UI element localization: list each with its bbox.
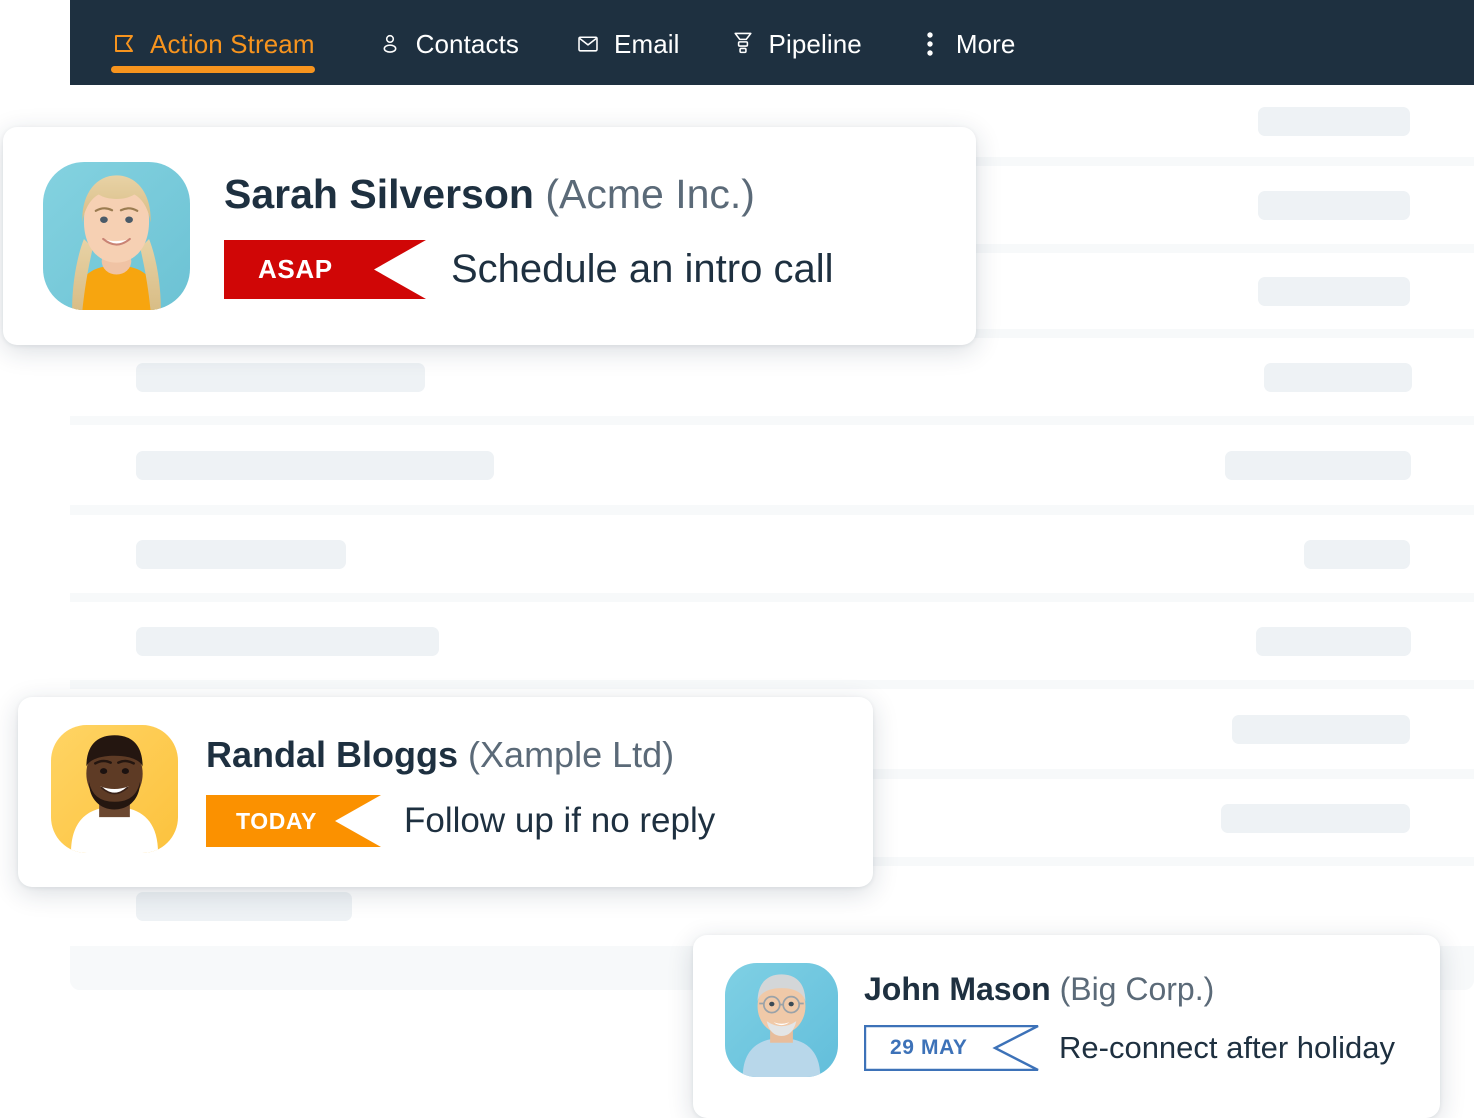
person-name: Randal Bloggs (206, 734, 459, 775)
priority-badge-label: 29 MAY (890, 1036, 968, 1059)
row-placeholder-primary (136, 891, 352, 921)
table-row[interactable] (70, 425, 1474, 505)
person-line: Randal Bloggs (Xample Ltd) (206, 737, 715, 773)
avatar (43, 162, 190, 310)
nav-label-action-stream: Action Stream (150, 28, 315, 59)
row-placeholder-secondary (1258, 106, 1410, 136)
task-label: Re-connect after holiday (1059, 1030, 1396, 1065)
table-row[interactable] (70, 602, 1474, 680)
nav-label-pipeline: Pipeline (768, 28, 862, 59)
person-company: (Xample Ltd) (468, 734, 675, 775)
person-name: Sarah Silverson (224, 171, 534, 217)
screenshot-root: Action Stream Contacts Email Pipeline Mo… (0, 0, 1474, 1118)
nav-label-email: Email (614, 28, 680, 59)
envelope-icon (575, 30, 601, 58)
priority-badge-label: ASAP (258, 254, 333, 284)
card-body: Randal Bloggs (Xample Ltd) TODAY Follow … (18, 697, 873, 853)
nav-item-email[interactable]: Email (575, 0, 680, 85)
nav-item-pipeline[interactable]: Pipeline (730, 0, 862, 85)
card-body: John Mason (Big Corp.) 29 MAY Re-connect… (693, 935, 1440, 1077)
nav-item-contacts[interactable]: Contacts (377, 0, 519, 85)
priority-badge[interactable]: TODAY (206, 795, 381, 847)
row-placeholder-secondary (1258, 190, 1410, 220)
kebab-menu-icon (917, 30, 943, 58)
funnel-icon (730, 30, 756, 58)
nav-label-more: More (955, 28, 1016, 59)
row-placeholder-primary (136, 539, 346, 569)
row-placeholder-secondary (1264, 362, 1412, 392)
row-placeholder-primary (136, 362, 425, 392)
card-text: John Mason (Big Corp.) 29 MAY Re-connect… (864, 963, 1395, 1071)
nav-label-contacts: Contacts (415, 28, 519, 59)
row-placeholder-secondary (1256, 626, 1411, 656)
avatar (725, 963, 838, 1077)
card-text: Randal Bloggs (Xample Ltd) TODAY Follow … (206, 725, 715, 847)
person-line: John Mason (Big Corp.) (864, 973, 1395, 1005)
priority-badge[interactable]: ASAP (224, 240, 426, 299)
flag-outline-icon (111, 30, 137, 58)
nav-item-action-stream[interactable]: Action Stream (111, 0, 315, 85)
row-placeholder-secondary (1258, 276, 1410, 306)
task-line: ASAP Schedule an intro call (224, 240, 833, 299)
row-placeholder-secondary (1304, 539, 1410, 569)
card-body: Sarah Silverson (Acme Inc.) ASAP Schedul… (3, 127, 976, 310)
row-placeholder-primary (136, 626, 439, 656)
task-label: Schedule an intro call (451, 247, 834, 291)
person-company: (Big Corp.) (1059, 971, 1215, 1007)
active-tab-indicator (111, 66, 315, 73)
action-card-john-mason[interactable]: John Mason (Big Corp.) 29 MAY Re-connect… (693, 935, 1440, 1118)
row-placeholder-secondary (1232, 714, 1410, 744)
priority-badge-label: TODAY (236, 807, 317, 834)
task-line: TODAY Follow up if no reply (206, 795, 715, 847)
row-placeholder-secondary (1225, 450, 1411, 480)
nav-item-more[interactable]: More (917, 0, 1016, 85)
person-icon (377, 30, 403, 58)
card-text: Sarah Silverson (Acme Inc.) ASAP Schedul… (224, 162, 833, 299)
row-placeholder-secondary (1221, 803, 1410, 833)
task-label: Follow up if no reply (404, 801, 716, 840)
person-name: John Mason (864, 971, 1051, 1007)
table-row[interactable] (70, 515, 1474, 593)
top-navigation-bar: Action Stream Contacts Email Pipeline Mo… (70, 0, 1474, 85)
task-line: 29 MAY Re-connect after holiday (864, 1025, 1395, 1071)
person-company: (Acme Inc.) (545, 171, 755, 217)
avatar (51, 725, 178, 853)
table-row[interactable] (70, 338, 1474, 416)
row-placeholder-primary (136, 450, 494, 480)
action-card-sarah-silverson[interactable]: Sarah Silverson (Acme Inc.) ASAP Schedul… (3, 127, 976, 345)
priority-badge[interactable]: 29 MAY (864, 1025, 1039, 1071)
action-card-randal-bloggs[interactable]: Randal Bloggs (Xample Ltd) TODAY Follow … (18, 697, 873, 887)
person-line: Sarah Silverson (Acme Inc.) (224, 174, 833, 215)
